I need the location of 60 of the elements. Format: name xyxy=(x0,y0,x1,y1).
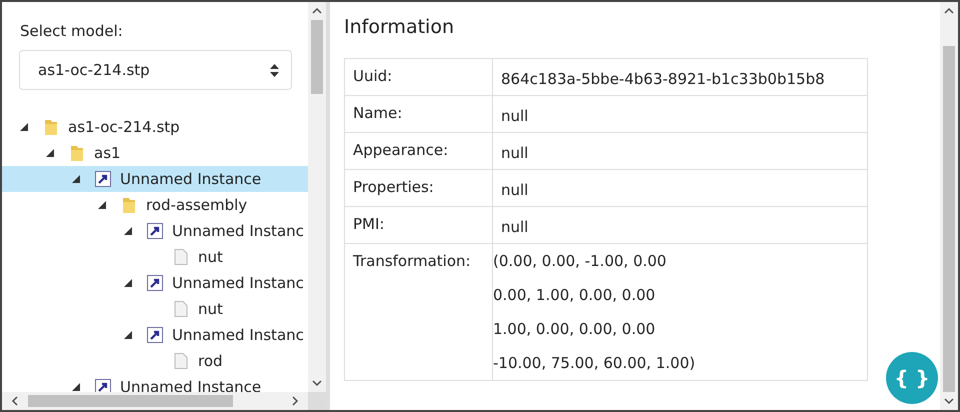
scrollbar-thumb[interactable] xyxy=(28,395,233,407)
file-icon xyxy=(172,352,190,370)
info-title: Information xyxy=(344,16,455,38)
scroll-left-icon[interactable] xyxy=(10,396,20,406)
property-value: null xyxy=(501,106,530,126)
shortcut-icon xyxy=(94,170,112,188)
vertical-scrollbar[interactable] xyxy=(940,2,958,410)
expanded-arrow-icon[interactable] xyxy=(20,123,28,131)
property-value: null xyxy=(501,180,530,200)
tree-item[interactable]: Unnamed Instanc xyxy=(2,218,308,244)
scroll-down-icon[interactable] xyxy=(312,378,322,388)
scroll-up-icon[interactable] xyxy=(312,6,322,16)
expanded-arrow-icon[interactable] xyxy=(72,175,80,183)
expanded-arrow-icon[interactable] xyxy=(124,331,132,339)
property-label: Appearance: xyxy=(353,141,448,159)
folder-icon xyxy=(68,144,86,162)
expanded-arrow-icon[interactable] xyxy=(46,149,54,157)
property-label: Uuid: xyxy=(353,67,392,85)
expanded-arrow-icon[interactable] xyxy=(72,383,80,391)
tree-item[interactable]: rod-assembly xyxy=(2,192,308,218)
file-icon xyxy=(172,300,190,318)
model-select[interactable]: as1-oc-214.stp xyxy=(19,50,292,90)
folder-icon xyxy=(42,118,60,136)
folder-icon xyxy=(120,196,138,214)
property-label: Name: xyxy=(353,104,402,122)
tree-item[interactable]: as1-oc-214.stp xyxy=(2,114,308,140)
shortcut-icon xyxy=(146,274,164,292)
property-value: 0.00, 1.00, 0.00, 0.00 xyxy=(493,285,656,306)
scroll-down-icon[interactable] xyxy=(944,396,954,406)
expanded-arrow-icon[interactable] xyxy=(124,279,132,287)
property-value: 1.00, 0.00, 0.00, 0.00 xyxy=(493,319,656,340)
sort-caret-icon xyxy=(270,64,279,76)
property-value: (0.00, 0.00, -1.00, 0.00 xyxy=(493,251,668,272)
shortcut-icon xyxy=(146,326,164,344)
shortcut-icon xyxy=(94,378,112,392)
tree-item[interactable]: nut xyxy=(2,244,308,270)
tree-item[interactable]: Unnamed Instance xyxy=(2,166,308,192)
property-value: null xyxy=(501,143,530,163)
scroll-right-icon[interactable] xyxy=(290,396,300,406)
expanded-arrow-icon[interactable] xyxy=(124,227,132,235)
property-label: PMI: xyxy=(353,215,384,233)
expanded-arrow-icon[interactable] xyxy=(98,201,106,209)
property-label: Transformation: xyxy=(353,252,471,270)
vertical-scrollbar[interactable] xyxy=(308,2,326,392)
tree-item[interactable]: Unnamed Instanc xyxy=(2,270,308,296)
tree-item[interactable]: Unnamed Instanc xyxy=(2,322,308,348)
tree-item[interactable]: rod xyxy=(2,348,308,374)
property-label: Properties: xyxy=(353,178,434,196)
horizontal-scrollbar[interactable] xyxy=(2,392,308,410)
shortcut-icon xyxy=(146,222,164,240)
file-icon xyxy=(172,248,190,266)
property-value: -10.00, 75.00, 60.00, 1.00) xyxy=(493,353,696,374)
scrollbar-thumb[interactable] xyxy=(311,20,323,94)
tree-item[interactable]: nut xyxy=(2,296,308,322)
select-label: Select model: xyxy=(19,22,124,40)
scrollbar-thumb[interactable] xyxy=(943,46,955,392)
property-value: 864c183a-5bbe-4b63-8921-b1c33b0b15b8 xyxy=(501,69,826,89)
property-value: null xyxy=(501,217,530,237)
tree-item[interactable]: as1 xyxy=(2,140,308,166)
scroll-up-icon[interactable] xyxy=(944,6,954,16)
